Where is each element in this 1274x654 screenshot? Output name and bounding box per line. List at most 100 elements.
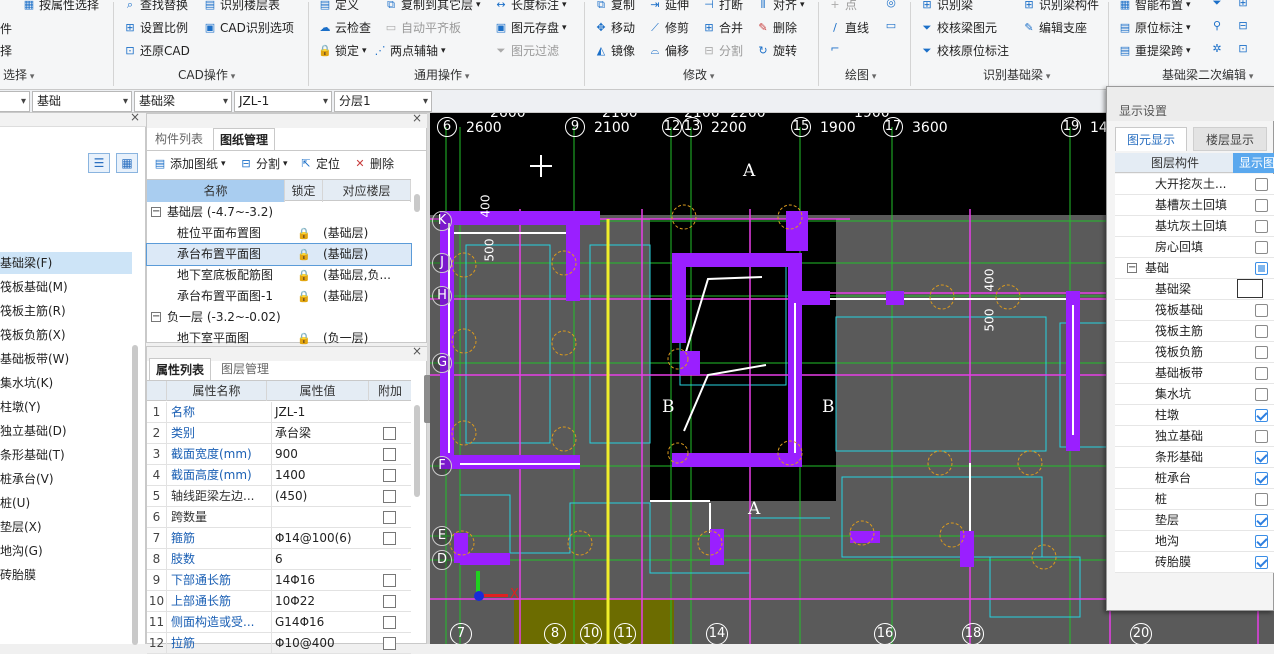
display-layer-checkbox[interactable]	[1255, 325, 1268, 338]
tab-property-list[interactable]: 属性列表	[149, 358, 212, 380]
tab-floor-display[interactable]: 楼层显示	[1193, 127, 1267, 151]
tool-button-5[interactable]: ✲	[1210, 42, 1224, 55]
member-type-item[interactable]: 基础板带(W)	[0, 348, 132, 370]
display-layer-checkbox[interactable]	[1255, 304, 1268, 317]
scrollbar[interactable]	[414, 194, 420, 212]
property-extra-checkbox[interactable]	[383, 469, 396, 482]
display-layer-row[interactable]: 集水坑	[1115, 384, 1274, 405]
layer-select[interactable]: 分层1	[334, 91, 432, 112]
display-layer-checkbox[interactable]	[1255, 493, 1268, 506]
property-row[interactable]: 3 截面宽度(mm) 900	[147, 444, 411, 465]
close-icon[interactable]: ×	[412, 111, 422, 125]
add-drawing-button[interactable]: ▤ 添加图纸 ▾	[153, 155, 226, 172]
lock-icon[interactable]: 🔒	[297, 286, 311, 307]
property-row[interactable]: 7 箍筋 Φ14@100(6)	[147, 528, 411, 549]
property-extra-checkbox[interactable]	[383, 616, 396, 629]
display-layer-checkbox[interactable]	[1255, 220, 1268, 233]
display-layer-row[interactable]: 地沟	[1115, 531, 1274, 552]
display-layer-checkbox[interactable]	[1255, 556, 1268, 569]
tool-button-3[interactable]: ⚲	[1210, 19, 1224, 32]
close-icon[interactable]: ×	[412, 344, 422, 358]
collapse-toggle-icon[interactable]: −	[151, 312, 161, 322]
property-extra-checkbox[interactable]	[383, 490, 396, 503]
select-piece-button[interactable]: 件	[0, 20, 12, 37]
group-common-label[interactable]: 通用操作	[414, 66, 469, 83]
property-value[interactable]: 14Φ16	[271, 570, 369, 591]
header-extra[interactable]: 附加	[369, 381, 411, 401]
by-attr-select-button[interactable]: ▦ 按属性选择	[22, 0, 99, 13]
display-layer-checkbox[interactable]	[1255, 430, 1268, 443]
re-extract-span-button[interactable]: ▤ 重提梁跨 ▾	[1118, 42, 1191, 59]
member-type-item[interactable]: 桩承台(V)	[0, 468, 132, 490]
drawing-row[interactable]: − 基础层 (-4.7~-3.2)	[147, 202, 411, 223]
tool-button-1[interactable]: ⏷	[1210, 0, 1224, 9]
copy-button[interactable]: ⧉ 复制	[594, 0, 635, 13]
display-layer-row[interactable]: 砖胎膜	[1115, 552, 1274, 573]
define-button[interactable]: ▤ 定义	[318, 0, 359, 13]
display-layer-row[interactable]: 筏板基础	[1115, 300, 1274, 321]
mirror-button[interactable]: ◭ 镜像	[594, 42, 635, 59]
scrollbar[interactable]	[414, 405, 420, 497]
display-layer-checkbox[interactable]	[1255, 409, 1268, 422]
member-type-item[interactable]: 筏板负筋(X)	[0, 324, 132, 346]
display-layer-checkbox[interactable]	[1255, 367, 1268, 380]
rect-button[interactable]: ▭	[884, 19, 898, 32]
trim-button[interactable]: ⟋ 修剪	[648, 19, 689, 36]
split-drawing-button[interactable]: ⊟ 分割 ▾	[239, 155, 287, 172]
display-layer-row[interactable]: 基槽灰土回填	[1115, 195, 1274, 216]
display-layer-row[interactable]: 独立基础	[1115, 426, 1274, 447]
group-modify-label[interactable]: 修改	[683, 66, 714, 83]
origin-label-button[interactable]: ▤ 原位标注 ▾	[1118, 19, 1191, 36]
display-layer-checkbox[interactable]	[1255, 451, 1268, 464]
member-type-item[interactable]: 垫层(X)	[0, 516, 132, 538]
edit-support-button[interactable]: ✎ 编辑支座	[1022, 19, 1087, 36]
display-layer-row[interactable]: 基础梁	[1115, 279, 1274, 300]
set-scale-button[interactable]: ⊞ 设置比例	[123, 19, 188, 36]
display-layer-checkbox[interactable]	[1255, 199, 1268, 212]
tab-member-list[interactable]: 构件列表	[149, 128, 209, 150]
display-layer-row[interactable]: 桩	[1115, 489, 1274, 510]
verify-beam-button[interactable]: ⏷ 校核梁图元	[920, 19, 997, 36]
type-select[interactable]: 基础梁	[134, 91, 232, 112]
group-edit-label[interactable]: 基础梁二次编辑	[1162, 66, 1253, 83]
display-layer-row[interactable]: 桩承台	[1115, 468, 1274, 489]
property-extra-checkbox[interactable]	[383, 574, 396, 587]
property-row[interactable]: 10 上部通长筋 10Φ22	[147, 591, 411, 612]
close-icon[interactable]: ×	[130, 110, 140, 124]
group-select-label[interactable]: 选择	[3, 66, 34, 83]
property-extra-checkbox[interactable]	[383, 511, 396, 524]
member-type-item[interactable]: 柱墩(Y)	[0, 396, 132, 418]
tool-button-2[interactable]: ⊞	[1236, 0, 1250, 9]
tab-drawing-management[interactable]: 图纸管理	[213, 128, 276, 150]
polyline-button[interactable]: ⌐	[828, 42, 842, 55]
select-button[interactable]: 择	[0, 42, 12, 59]
property-value[interactable]: JZL-1	[271, 402, 369, 423]
property-row[interactable]: 4 截面高度(mm) 1400	[147, 465, 411, 486]
drawing-row[interactable]: 地下室底板配筋图 🔒 (基础层,负...	[147, 265, 411, 286]
verify-origin-button[interactable]: ⏷ 校核原位标注	[920, 42, 1009, 59]
auto-level-board-button[interactable]: ▭ 自动平齐板	[384, 19, 461, 36]
member-type-item[interactable]: 地沟(G)	[0, 540, 132, 562]
split-button[interactable]: ⊟ 分割	[702, 42, 743, 59]
locate-drawing-button[interactable]: ⇱ 定位	[299, 155, 340, 172]
display-layer-row[interactable]: 基础板带	[1115, 363, 1274, 384]
member-type-item[interactable]: 独立基础(D)	[0, 420, 132, 442]
header-prop-value[interactable]: 属性值	[267, 381, 369, 401]
merge-button[interactable]: ⊞ 合并	[702, 19, 743, 36]
header-floor[interactable]: 对应楼层	[323, 180, 411, 202]
member-type-item[interactable]: 桩(U)	[0, 492, 132, 514]
property-extra-checkbox[interactable]	[383, 532, 396, 545]
lock-button[interactable]: 🔒 锁定 ▾	[318, 42, 366, 59]
smart-layout-button[interactable]: ▦ 智能布置 ▾	[1118, 0, 1191, 13]
property-row[interactable]: 11 侧面构造或受... G14Φ16	[147, 612, 411, 633]
circle-button[interactable]: ◎	[884, 0, 898, 9]
display-layer-row[interactable]: 柱墩	[1115, 405, 1274, 426]
property-value[interactable]: 1400	[271, 465, 369, 486]
property-value[interactable]: 10Φ22	[271, 591, 369, 612]
break-button[interactable]: ⊣ 打断	[702, 0, 743, 13]
offset-button[interactable]: ⌓ 偏移	[648, 42, 689, 59]
display-layer-checkbox[interactable]	[1255, 346, 1268, 359]
point-button[interactable]: + 点	[828, 0, 857, 13]
lock-icon[interactable]: 🔒	[297, 244, 311, 265]
display-layer-checkbox[interactable]	[1255, 535, 1268, 548]
